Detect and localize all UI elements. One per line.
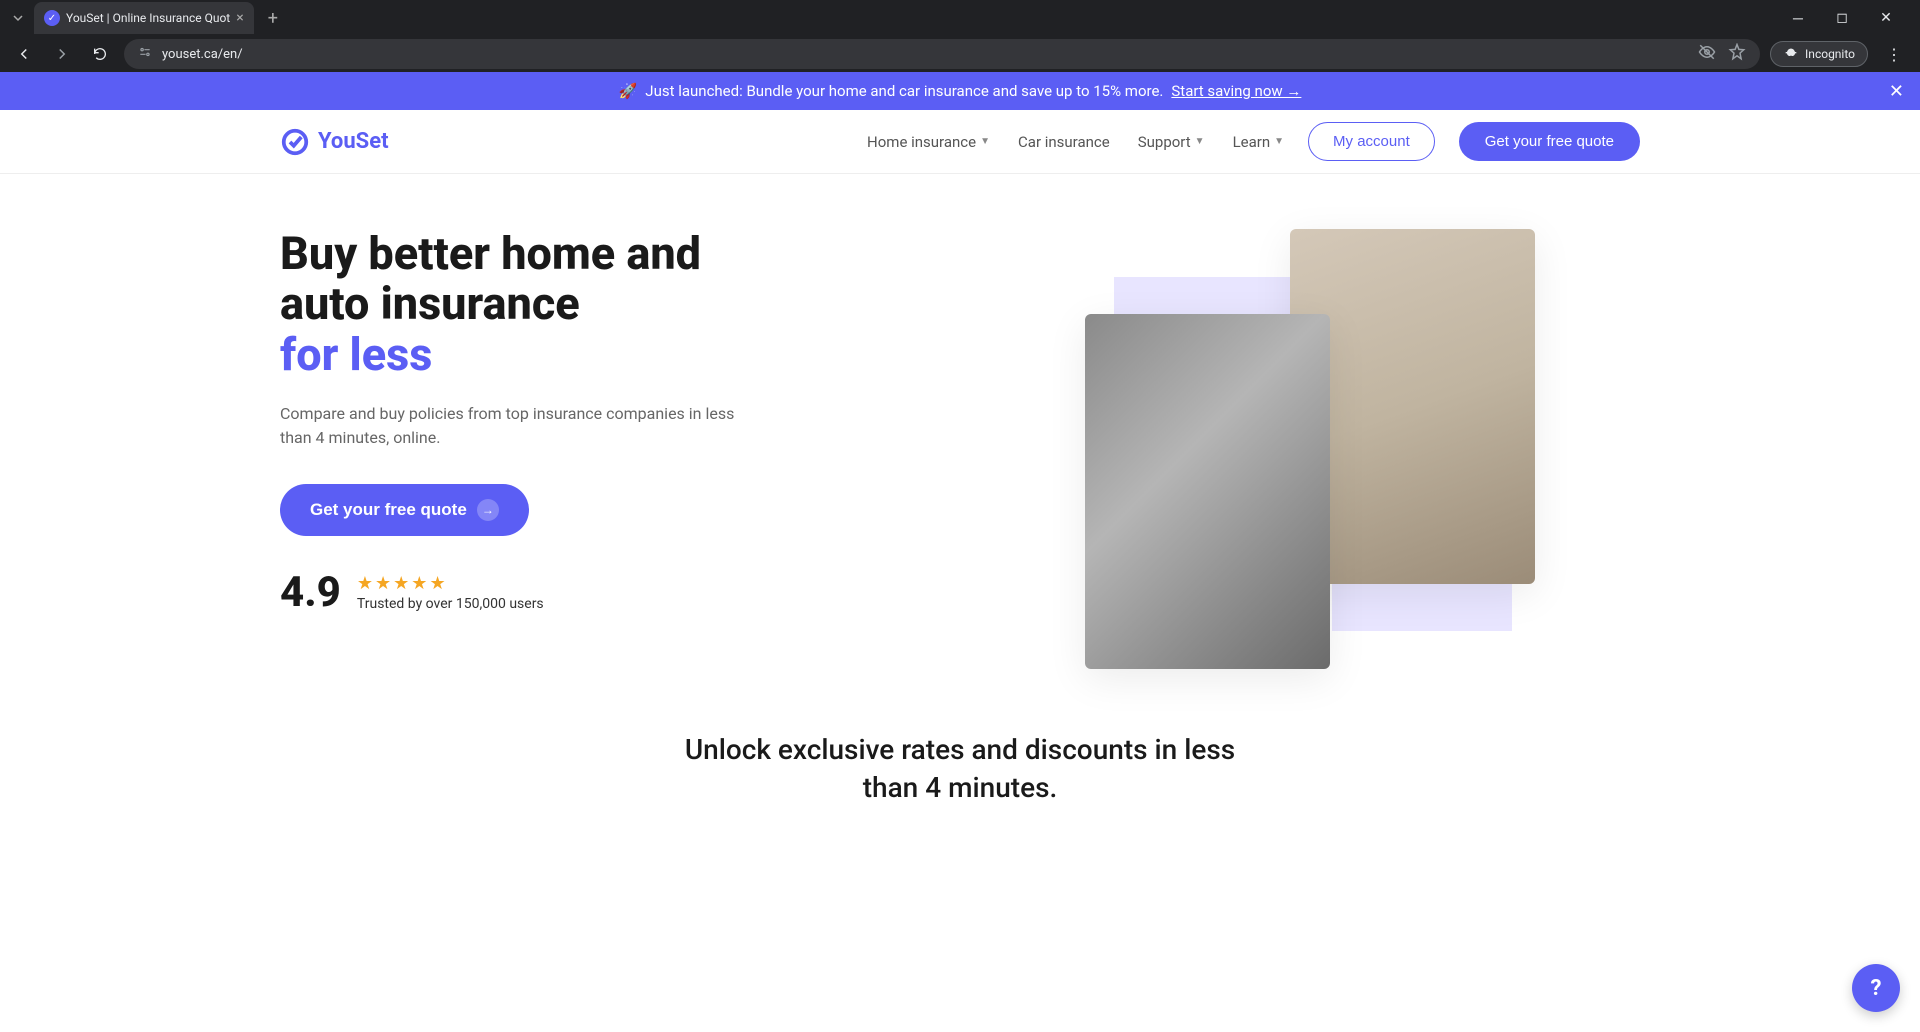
- url-text: youset.ca/en/: [162, 47, 243, 62]
- rating-section: 4.9 ★★★★★ Trusted by over 150,000 users: [280, 568, 780, 617]
- section-title: Unlock exclusive rates and discounts in …: [680, 719, 1240, 819]
- nav-support[interactable]: Support ▼: [1138, 133, 1205, 151]
- browser-tab[interactable]: ✓ YouSet | Online Insurance Quot ×: [34, 2, 254, 34]
- tab-favicon: ✓: [44, 10, 60, 26]
- forward-button[interactable]: [48, 40, 76, 68]
- eye-off-icon[interactable]: [1698, 43, 1716, 65]
- get-quote-header-button[interactable]: Get your free quote: [1459, 122, 1640, 161]
- nav-car-insurance[interactable]: Car insurance: [1018, 133, 1110, 151]
- incognito-label: Incognito: [1805, 47, 1855, 61]
- site-header: YouSet Home insurance ▼ Car insurance Su…: [0, 110, 1920, 174]
- reload-button[interactable]: [86, 40, 114, 68]
- logo[interactable]: YouSet: [280, 127, 389, 157]
- star-rating-icon: ★★★★★: [357, 573, 544, 594]
- rating-value: 4.9: [280, 568, 341, 617]
- tab-search-dropdown[interactable]: [8, 8, 28, 28]
- announcement-bar: 🚀 Just launched: Bundle your home and ca…: [0, 72, 1920, 110]
- incognito-badge[interactable]: Incognito: [1770, 41, 1868, 67]
- arrow-right-icon: →: [477, 499, 499, 521]
- close-window-button[interactable]: ✕: [1868, 4, 1904, 32]
- tab-title: YouSet | Online Insurance Quot: [66, 11, 230, 25]
- back-button[interactable]: [10, 40, 38, 68]
- site-info-icon[interactable]: [138, 45, 152, 63]
- help-button[interactable]: ?: [1852, 964, 1900, 1012]
- trusted-text: Trusted by over 150,000 users: [357, 596, 544, 612]
- new-tab-button[interactable]: +: [260, 8, 286, 29]
- announcement-close-icon[interactable]: ✕: [1889, 81, 1904, 102]
- address-bar[interactable]: youset.ca/en/: [124, 39, 1760, 69]
- logo-mark-icon: [280, 127, 310, 157]
- announcement-text: Just launched: Bundle your home and car …: [645, 82, 1163, 100]
- chevron-down-icon: ▼: [1274, 136, 1284, 147]
- rocket-icon: 🚀: [619, 82, 638, 100]
- bookmark-icon[interactable]: [1728, 43, 1746, 65]
- maximize-button[interactable]: ◻: [1824, 4, 1860, 32]
- announcement-link[interactable]: Start saving now →: [1171, 82, 1301, 100]
- hero-image-car: [1085, 314, 1330, 669]
- hero-subtitle: Compare and buy policies from top insura…: [280, 402, 740, 450]
- my-account-button[interactable]: My account: [1308, 122, 1435, 161]
- logo-text: YouSet: [318, 129, 389, 154]
- chevron-down-icon: ▼: [1195, 136, 1205, 147]
- lavender-decoration: [1332, 581, 1512, 631]
- browser-menu-icon[interactable]: ⋮: [1878, 45, 1910, 64]
- hero-cta-button[interactable]: Get your free quote →: [280, 484, 529, 536]
- minimize-button[interactable]: ─: [1780, 4, 1816, 32]
- hero-image-area: [820, 229, 1640, 669]
- nav-learn[interactable]: Learn ▼: [1233, 133, 1284, 151]
- tab-close-icon[interactable]: ×: [236, 10, 243, 26]
- chevron-down-icon: ▼: [980, 136, 990, 147]
- nav-home-insurance[interactable]: Home insurance ▼: [867, 133, 990, 151]
- hero-title: Buy better home and auto insurance for l…: [280, 229, 780, 380]
